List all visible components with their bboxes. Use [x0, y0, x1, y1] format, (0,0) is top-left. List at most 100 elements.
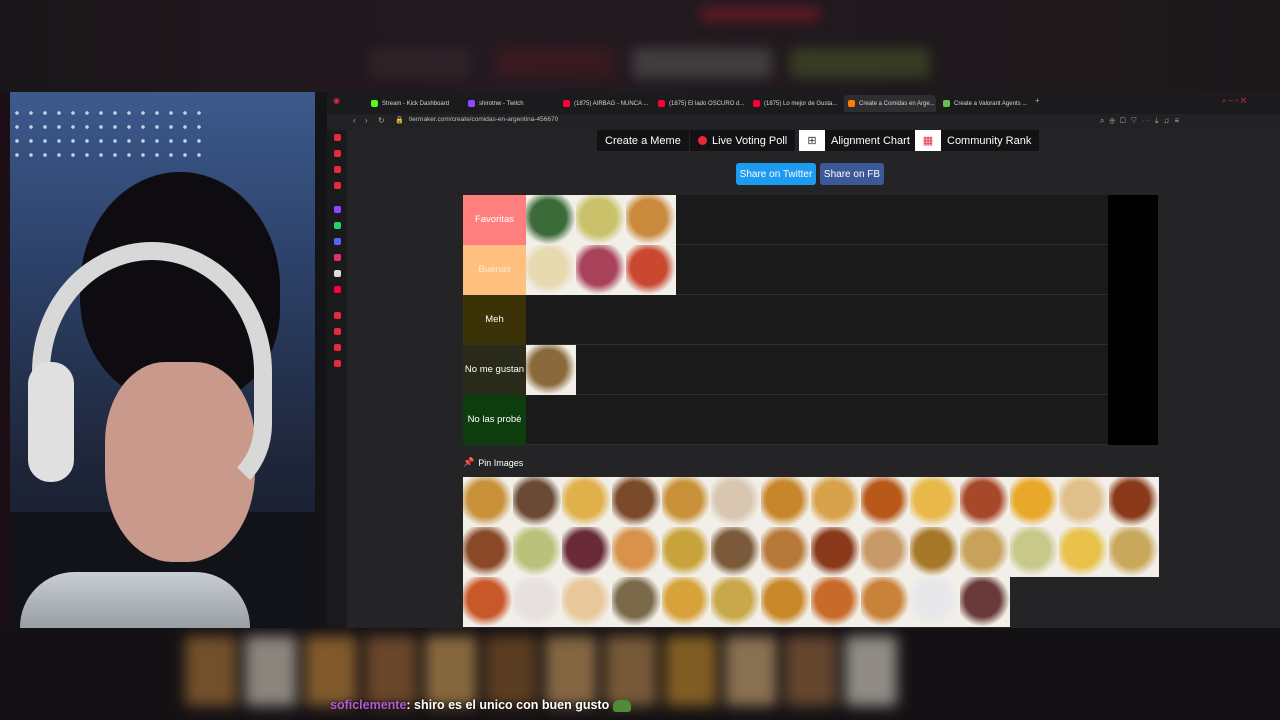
- twitch-icon[interactable]: [334, 206, 341, 213]
- tab-valorant-tiermaker[interactable]: Create a Valorant Agents ...: [939, 95, 1031, 112]
- live-voting-poll-button[interactable]: Live Voting Poll: [690, 130, 796, 151]
- share-facebook-button[interactable]: Share on FB: [820, 163, 884, 185]
- food-image-pastelitos[interactable]: [860, 527, 911, 577]
- back-icon[interactable]: ‹: [353, 116, 356, 125]
- food-image-paella[interactable]: [661, 527, 712, 577]
- food-image-pastel-de-papa[interactable]: [526, 345, 576, 395]
- food-image-chocotorta[interactable]: [512, 477, 563, 527]
- tab-youtube-oscuro[interactable]: (1875) El lado OSCURO d...: [654, 95, 746, 112]
- browser-extensions-icons[interactable]: ⌕⊕▢♡⋯⤓♫≡: [1100, 116, 1184, 126]
- food-image-rosquitas[interactable]: [612, 527, 662, 577]
- food-image-canelones[interactable]: [810, 477, 861, 527]
- food-image-pizza[interactable]: [562, 577, 613, 627]
- sidebar-icon[interactable]: [334, 166, 341, 173]
- food-image-guiso[interactable]: [959, 477, 1010, 527]
- food-image-albondigas[interactable]: [612, 477, 662, 527]
- food-image-humitas[interactable]: [576, 195, 626, 245]
- tier-settings-handle[interactable]: [1108, 195, 1158, 245]
- tiktok-icon[interactable]: [334, 270, 341, 277]
- youtube-icon[interactable]: [334, 286, 341, 293]
- food-image-bizcochuelo[interactable]: [562, 477, 613, 527]
- new-tab-button[interactable]: +: [1035, 96, 1040, 105]
- tab-youtube-airbag[interactable]: (1875) AIRBAG - NUNCA ...: [559, 95, 651, 112]
- food-image-hamburguesa[interactable]: [463, 527, 513, 577]
- tier-settings-handle[interactable]: [1108, 245, 1158, 295]
- food-image-tarta[interactable]: [661, 477, 712, 527]
- tab-comidas-tiermaker[interactable]: Create a Comidas en Arge...: [844, 95, 936, 112]
- food-image-picada[interactable]: [576, 245, 626, 295]
- sidebar-icon[interactable]: [334, 134, 341, 141]
- food-image-pan-de-leche[interactable]: [1059, 477, 1109, 527]
- food-image-noquis[interactable]: [1009, 527, 1060, 577]
- food-image-flan-con-dulce[interactable]: [860, 477, 911, 527]
- food-image-pizza-fugazzeta[interactable]: [626, 245, 676, 295]
- tier-row[interactable]: No las probé: [463, 395, 1158, 445]
- food-image-churros[interactable]: [761, 477, 811, 527]
- food-image-tortilla-papa[interactable]: [959, 527, 1010, 577]
- sidebar-icon[interactable]: [334, 312, 341, 319]
- food-image-pascualina[interactable]: [612, 577, 662, 627]
- whatsapp-icon[interactable]: [334, 222, 341, 229]
- food-image-tortilla[interactable]: [1059, 527, 1109, 577]
- tier-row[interactable]: Buenas: [463, 245, 1158, 295]
- food-image-leche[interactable]: [910, 577, 960, 627]
- tier-label[interactable]: No las probé: [463, 395, 526, 445]
- food-image-torta-rogel[interactable]: [761, 577, 811, 627]
- food-image-albondigas-salsa[interactable]: [810, 527, 861, 577]
- food-image-helado[interactable]: [512, 577, 563, 627]
- opera-logo-icon[interactable]: ◉: [333, 96, 340, 105]
- tier-row[interactable]: No me gustan: [463, 345, 1158, 395]
- food-image-locro[interactable]: [1108, 477, 1159, 527]
- food-image-sandwich-de-miga[interactable]: [526, 245, 576, 295]
- food-image-ensalada-rusa[interactable]: [512, 527, 563, 577]
- food-image-medialunas[interactable]: [463, 477, 513, 527]
- tier-settings-handle[interactable]: [1108, 295, 1158, 345]
- food-image-fideos[interactable]: [810, 577, 861, 627]
- tier-row[interactable]: Favoritas: [463, 195, 1158, 245]
- tier-label[interactable]: Buenas: [463, 245, 526, 295]
- tab-twitch[interactable]: shirotnw - Twitch: [464, 95, 556, 112]
- share-twitter-button[interactable]: Share on Twitter: [736, 163, 816, 185]
- reload-icon[interactable]: ↻: [378, 116, 385, 125]
- tier-settings-handle[interactable]: [1108, 345, 1158, 395]
- sidebar-icon[interactable]: [334, 344, 341, 351]
- tab-youtube-gusta[interactable]: (1875) Lo mejor de Gusta...: [749, 95, 841, 112]
- food-image-empanadas[interactable]: [626, 195, 676, 245]
- tier-items[interactable]: [526, 345, 576, 395]
- tab-kick-dashboard[interactable]: Stream - Kick Dashboard: [367, 95, 459, 112]
- alignment-chart-button[interactable]: ⊞ Alignment Chart: [799, 130, 918, 151]
- food-image-sopa[interactable]: [711, 577, 762, 627]
- url-field[interactable]: tiermaker.com/create/comidas-en-argentin…: [409, 116, 558, 123]
- food-image-waffle[interactable]: [860, 577, 911, 627]
- pin-images-header[interactable]: 📌 Pin Images: [463, 457, 523, 468]
- tier-settings-handle[interactable]: [1108, 395, 1158, 445]
- food-image-pancho[interactable]: [463, 577, 513, 627]
- food-image-pollo[interactable]: [761, 527, 811, 577]
- food-image-milanesa[interactable]: [1108, 527, 1159, 577]
- instagram-icon[interactable]: [334, 254, 341, 261]
- sidebar-icon[interactable]: [334, 182, 341, 189]
- tier-items[interactable]: [526, 195, 676, 245]
- food-image-asado[interactable]: [959, 577, 1010, 627]
- tier-row[interactable]: Meh: [463, 295, 1158, 345]
- discord-icon[interactable]: [334, 238, 341, 245]
- food-image-vigilante[interactable]: [910, 477, 960, 527]
- food-image-budin[interactable]: [910, 527, 960, 577]
- food-image-alfajores[interactable]: [711, 477, 762, 527]
- community-rank-button[interactable]: ▦ Community Rank: [915, 130, 1040, 151]
- history-icon[interactable]: [334, 328, 341, 335]
- create-meme-button[interactable]: Create a Meme: [597, 130, 689, 151]
- food-image-matambre[interactable]: [562, 527, 613, 577]
- food-image-sushi[interactable]: [526, 195, 576, 245]
- tier-label[interactable]: Favoritas: [463, 195, 526, 245]
- food-image-papas-fritas[interactable]: [1009, 477, 1060, 527]
- tier-label[interactable]: Meh: [463, 295, 526, 345]
- tier-label[interactable]: No me gustan: [463, 345, 526, 395]
- forward-icon[interactable]: ›: [365, 116, 368, 125]
- tier-items[interactable]: [526, 245, 676, 295]
- food-image-chorizo[interactable]: [711, 527, 762, 577]
- window-controls-icon[interactable]: ⌕ – ▫ ✕: [1222, 96, 1247, 106]
- sidebar-icon[interactable]: [334, 150, 341, 157]
- food-image-tacos[interactable]: [661, 577, 712, 627]
- settings-icon[interactable]: [334, 360, 341, 367]
